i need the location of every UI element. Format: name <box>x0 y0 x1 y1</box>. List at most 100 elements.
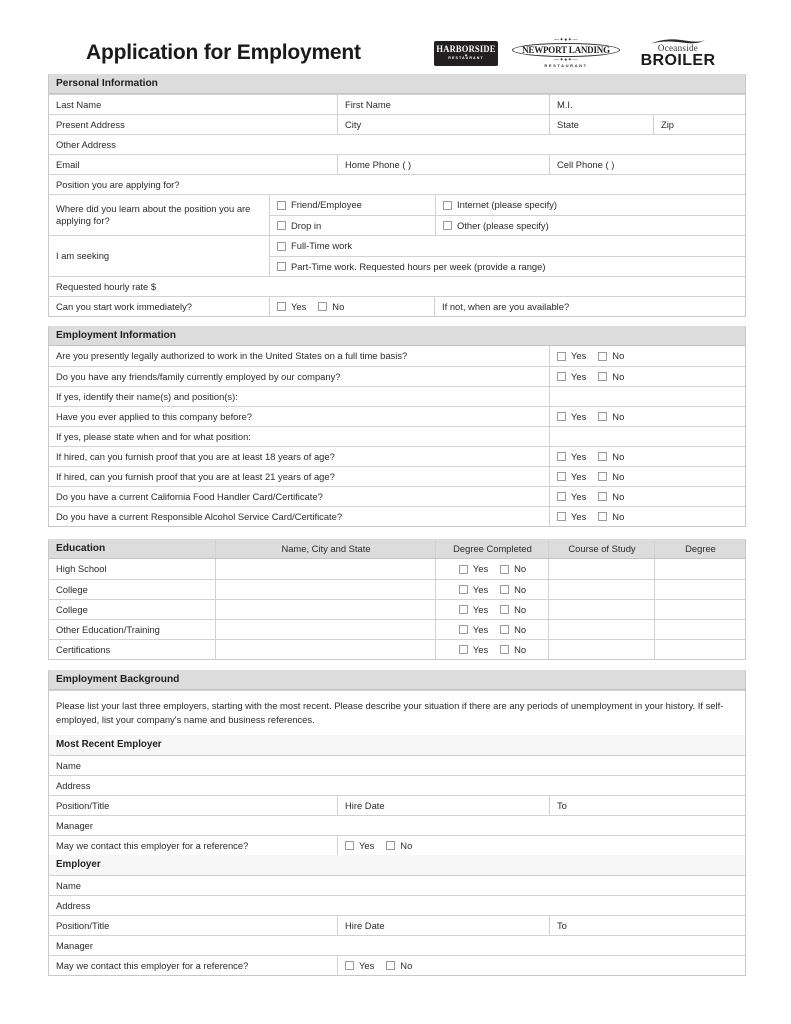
checkbox-icon[interactable] <box>458 645 468 654</box>
checkbox-icon[interactable] <box>598 512 608 521</box>
education-degree-completed-choices[interactable]: Yes No <box>435 559 548 579</box>
checkbox-reference-yes[interactable]: Yes <box>345 960 374 972</box>
checkbox-icon[interactable] <box>318 302 328 311</box>
checkbox-icon[interactable] <box>277 221 286 230</box>
education-degree-field[interactable] <box>654 640 745 659</box>
checkbox-icon[interactable] <box>458 585 468 594</box>
checkbox-reference-no[interactable]: No <box>386 960 412 972</box>
checkbox-degree-yes[interactable]: Yes <box>458 584 488 596</box>
checkbox-icon[interactable] <box>345 961 354 970</box>
start-immediately-choices[interactable]: Yes No <box>269 297 434 316</box>
employment-question-answer-space[interactable] <box>549 427 745 446</box>
education-course-of-study-field[interactable] <box>548 600 654 619</box>
employer-hire-date-field[interactable]: Hire Date <box>337 916 549 935</box>
education-name-city-state-field[interactable] <box>215 620 435 639</box>
checkbox-icon[interactable] <box>598 492 608 501</box>
education-name-city-state-field[interactable] <box>215 559 435 579</box>
checkbox-icon[interactable] <box>277 302 286 311</box>
employer-to-date-field[interactable]: To <box>549 796 745 815</box>
checkbox-degree-no[interactable]: No <box>500 584 526 596</box>
requested-hourly-rate-field[interactable]: Requested hourly rate $ <box>49 277 745 296</box>
employer-position-title-field[interactable]: Position/Title <box>49 796 337 815</box>
checkbox-icon[interactable] <box>557 512 566 521</box>
checkbox-icon[interactable] <box>598 412 608 421</box>
education-course-of-study-field[interactable] <box>548 559 654 579</box>
checkbox-icon[interactable] <box>500 585 510 594</box>
checkbox-internet[interactable]: Internet (please specify) <box>443 199 557 211</box>
education-degree-field[interactable] <box>654 580 745 599</box>
education-course-of-study-field[interactable] <box>548 640 654 659</box>
checkbox-icon[interactable] <box>386 841 396 850</box>
employer-to-date-field[interactable]: To <box>549 916 745 935</box>
checkbox-degree-yes[interactable]: Yes <box>458 644 488 656</box>
checkbox-degree-yes[interactable]: Yes <box>458 624 488 636</box>
checkbox-icon[interactable] <box>277 262 286 271</box>
employer-manager-field[interactable]: Manager <box>49 816 745 835</box>
email-field[interactable]: Email <box>49 155 337 174</box>
checkbox-icon[interactable] <box>598 472 608 481</box>
checkbox-degree-no[interactable]: No <box>500 644 526 656</box>
checkbox-degree-no[interactable]: No <box>500 563 526 575</box>
education-degree-completed-choices[interactable]: Yes No <box>435 600 548 619</box>
checkbox-icon[interactable] <box>500 645 510 654</box>
seeking-option-part-time[interactable]: Part-Time work. Requested hours per week… <box>270 257 745 276</box>
education-degree-field[interactable] <box>654 620 745 639</box>
checkbox-icon[interactable] <box>458 605 468 614</box>
checkbox-start-yes[interactable]: Yes <box>277 301 306 313</box>
learn-option-friend-employee[interactable]: Friend/Employee <box>270 195 435 215</box>
employer-manager-field[interactable]: Manager <box>49 936 745 955</box>
employment-question-choices[interactable]: Yes No <box>549 346 745 366</box>
checkbox-no[interactable]: No <box>598 371 624 383</box>
employer-position-title-field[interactable]: Position/Title <box>49 916 337 935</box>
checkbox-drop-in[interactable]: Drop in <box>277 220 321 232</box>
checkbox-icon[interactable] <box>598 372 608 381</box>
position-applying-for-field[interactable]: Position you are applying for? <box>49 175 745 194</box>
employment-question-choices[interactable]: Yes No <box>549 507 745 526</box>
checkbox-full-time[interactable]: Full-Time work <box>277 240 352 252</box>
checkbox-yes[interactable]: Yes <box>557 411 586 423</box>
education-degree-completed-choices[interactable]: Yes No <box>435 620 548 639</box>
checkbox-icon[interactable] <box>598 351 608 361</box>
checkbox-icon[interactable] <box>598 452 608 461</box>
checkbox-no[interactable]: No <box>598 451 624 463</box>
employer-address-field[interactable]: Address <box>49 776 745 795</box>
education-name-city-state-field[interactable] <box>215 580 435 599</box>
checkbox-no[interactable]: No <box>598 350 624 362</box>
checkbox-degree-yes[interactable]: Yes <box>458 604 488 616</box>
checkbox-reference-yes[interactable]: Yes <box>345 840 374 852</box>
education-name-city-state-field[interactable] <box>215 600 435 619</box>
checkbox-yes[interactable]: Yes <box>557 471 586 483</box>
checkbox-icon[interactable] <box>443 221 452 230</box>
learn-option-internet[interactable]: Internet (please specify) <box>435 195 745 215</box>
seeking-option-full-time[interactable]: Full-Time work <box>270 236 745 256</box>
checkbox-degree-no[interactable]: No <box>500 624 526 636</box>
checkbox-icon[interactable] <box>458 625 468 634</box>
education-degree-field[interactable] <box>654 600 745 619</box>
employer-reference-choices[interactable]: Yes No <box>337 836 745 855</box>
checkbox-icon[interactable] <box>500 564 510 574</box>
education-degree-completed-choices[interactable]: Yes No <box>435 640 548 659</box>
present-address-field[interactable]: Present Address <box>49 115 337 134</box>
other-address-field[interactable]: Other Address <box>49 135 745 154</box>
checkbox-icon[interactable] <box>557 351 566 361</box>
checkbox-yes[interactable]: Yes <box>557 350 586 362</box>
checkbox-yes[interactable]: Yes <box>557 451 586 463</box>
checkbox-start-no[interactable]: No <box>318 301 344 313</box>
checkbox-icon[interactable] <box>557 372 566 381</box>
employer-hire-date-field[interactable]: Hire Date <box>337 796 549 815</box>
employer-address-field[interactable]: Address <box>49 896 745 915</box>
education-degree-completed-choices[interactable]: Yes No <box>435 580 548 599</box>
checkbox-icon[interactable] <box>500 625 510 634</box>
checkbox-icon[interactable] <box>557 492 566 501</box>
employer-reference-choices[interactable]: Yes No <box>337 956 745 975</box>
checkbox-yes[interactable]: Yes <box>557 371 586 383</box>
zip-field[interactable]: Zip <box>653 115 745 134</box>
checkbox-part-time[interactable]: Part-Time work. Requested hours per week… <box>277 261 545 273</box>
first-name-field[interactable]: First Name <box>337 95 549 114</box>
employment-question-answer-space[interactable] <box>549 387 745 406</box>
employer-name-field[interactable]: Name <box>49 876 745 895</box>
home-phone-field[interactable]: Home Phone ( ) <box>337 155 549 174</box>
when-available-field[interactable]: If not, when are you available? <box>434 297 745 316</box>
checkbox-icon[interactable] <box>345 841 354 850</box>
employment-question-choices[interactable]: Yes No <box>549 367 745 386</box>
